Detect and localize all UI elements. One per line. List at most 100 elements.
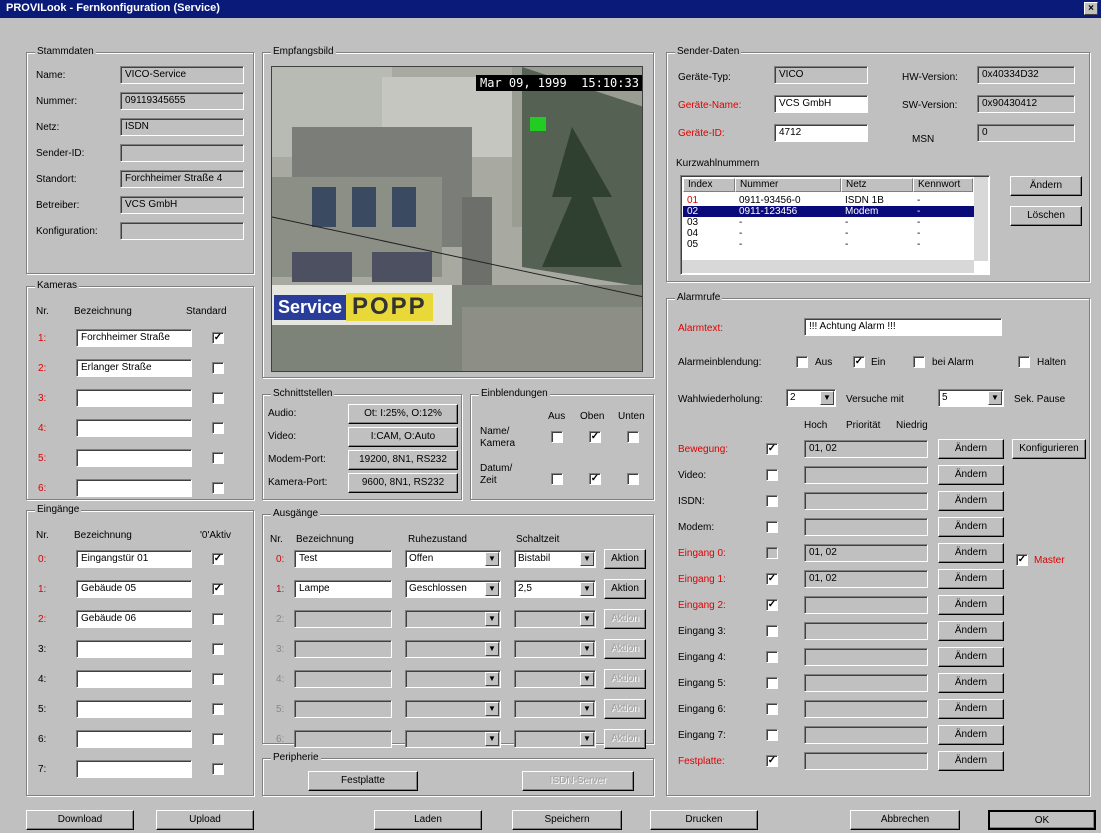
- download-button[interactable]: Download: [26, 810, 134, 830]
- geraeteid-field[interactable]: 4712: [774, 124, 868, 142]
- eingang-name-field[interactable]: Gebäude 06: [76, 610, 192, 628]
- einbl-datum-unten[interactable]: [627, 473, 639, 485]
- ausgang-name-field[interactable]: [294, 640, 392, 658]
- einbl-name-unten[interactable]: [627, 431, 639, 443]
- chevron-down-icon[interactable]: ▼: [580, 642, 594, 656]
- kamera-standard-checkbox[interactable]: [212, 452, 224, 464]
- kamera-standard-checkbox[interactable]: [212, 392, 224, 404]
- laden-button[interactable]: Laden: [374, 810, 482, 830]
- kamera-standard-checkbox[interactable]: [212, 362, 224, 374]
- wahlwiederholung-select[interactable]: 2 ▼: [786, 389, 836, 407]
- ausgang-name-field[interactable]: Test: [294, 550, 392, 568]
- ausgang-schalt-select[interactable]: ▼: [514, 670, 596, 688]
- kurzwahl-col-nummer[interactable]: Nummer: [735, 178, 841, 192]
- eingang-name-field[interactable]: [76, 700, 192, 718]
- chevron-down-icon[interactable]: ▼: [485, 612, 499, 626]
- kurzwahl-row[interactable]: 04 - - -: [683, 228, 975, 239]
- ausgang-ruhe-select[interactable]: ▼: [405, 610, 501, 628]
- ausgang-schalt-select[interactable]: ▼: [514, 730, 596, 748]
- alarm-source-checkbox[interactable]: [766, 729, 778, 741]
- schnittstelle-button[interactable]: 9600, 8N1, RS232: [348, 473, 458, 493]
- schnittstelle-button[interactable]: 19200, 8N1, RS232: [348, 450, 458, 470]
- kurzwahl-col-index[interactable]: Index: [683, 178, 735, 192]
- ausgang-aktion-button[interactable]: Aktion: [604, 669, 646, 689]
- ausgang-ruhe-select[interactable]: ▼: [405, 730, 501, 748]
- ausgang-schalt-select[interactable]: Bistabil ▼: [514, 550, 596, 568]
- kurzwahl-row[interactable]: 05 - - -: [683, 239, 975, 250]
- alarm-aendern-button[interactable]: Ändern: [938, 439, 1004, 459]
- eingang-name-field[interactable]: Gebäude 05: [76, 580, 192, 598]
- ausgang-name-field[interactable]: Lampe: [294, 580, 392, 598]
- ausgang-name-field[interactable]: [294, 730, 392, 748]
- eingang-aktiv-checkbox[interactable]: [212, 763, 224, 775]
- eingang-name-field[interactable]: [76, 730, 192, 748]
- alarm-source-checkbox[interactable]: [766, 677, 778, 689]
- alarm-source-checkbox[interactable]: ✓: [766, 443, 778, 455]
- alarm-source-checkbox[interactable]: ✓: [766, 573, 778, 585]
- kamera-standard-checkbox[interactable]: [212, 422, 224, 434]
- kamera-standard-checkbox[interactable]: ✓: [212, 332, 224, 344]
- eingang-aktiv-checkbox[interactable]: [212, 643, 224, 655]
- alarm-aendern-button[interactable]: Ändern: [938, 491, 1004, 511]
- festplatte-button[interactable]: Festplatte: [308, 771, 418, 791]
- chevron-down-icon[interactable]: ▼: [820, 391, 834, 405]
- alarm-aendern-button[interactable]: Ändern: [938, 569, 1004, 589]
- alarm-source-checkbox[interactable]: ✓: [766, 599, 778, 611]
- kurzwahl-vscroll[interactable]: [974, 177, 988, 261]
- alarm-source-checkbox[interactable]: [766, 651, 778, 663]
- alarm-aendern-button[interactable]: Ändern: [938, 647, 1004, 667]
- alarm-source-checkbox[interactable]: ✓: [766, 755, 778, 767]
- alarm-source-checkbox[interactable]: [766, 495, 778, 507]
- master-checkbox[interactable]: ✓: [1016, 554, 1028, 566]
- eingang-aktiv-checkbox[interactable]: ✓: [212, 553, 224, 565]
- alarmtext-field[interactable]: !!! Achtung Alarm !!!: [804, 318, 1002, 336]
- ausgang-name-field[interactable]: [294, 700, 392, 718]
- ausgang-ruhe-select[interactable]: Offen ▼: [405, 550, 501, 568]
- chevron-down-icon[interactable]: ▼: [485, 582, 499, 596]
- kurzwahl-row[interactable]: 01 0911-93456-0 ISDN 1B -: [683, 195, 975, 206]
- alarm-aendern-button[interactable]: Ändern: [938, 595, 1004, 615]
- chevron-down-icon[interactable]: ▼: [580, 672, 594, 686]
- ausgang-aktion-button[interactable]: Aktion: [604, 639, 646, 659]
- ausgang-aktion-button[interactable]: Aktion: [604, 609, 646, 629]
- chevron-down-icon[interactable]: ▼: [580, 552, 594, 566]
- ausgang-ruhe-select[interactable]: ▼: [405, 700, 501, 718]
- eingang-name-field[interactable]: [76, 670, 192, 688]
- eingang-aktiv-checkbox[interactable]: [212, 673, 224, 685]
- kurzwahl-col-kennwort[interactable]: Kennwort: [913, 178, 973, 192]
- kamera-standard-checkbox[interactable]: [212, 482, 224, 494]
- chevron-down-icon[interactable]: ▼: [485, 642, 499, 656]
- isdn-server-button[interactable]: ISDN-Server: [522, 771, 634, 791]
- chevron-down-icon[interactable]: ▼: [580, 582, 594, 596]
- chevron-down-icon[interactable]: ▼: [485, 702, 499, 716]
- konfigurieren-button[interactable]: Konfigurieren: [1012, 439, 1086, 459]
- alarm-aendern-button[interactable]: Ändern: [938, 673, 1004, 693]
- ausgang-name-field[interactable]: [294, 670, 392, 688]
- alarm-source-checkbox[interactable]: [766, 625, 778, 637]
- eingang-aktiv-checkbox[interactable]: ✓: [212, 583, 224, 595]
- ausgang-aktion-button[interactable]: Aktion: [604, 699, 646, 719]
- ausgang-name-field[interactable]: [294, 610, 392, 628]
- kurzwahl-col-netz[interactable]: Netz: [841, 178, 913, 192]
- ausgang-schalt-select[interactable]: 2,5 ▼: [514, 580, 596, 598]
- alarm-aendern-button[interactable]: Ändern: [938, 751, 1004, 771]
- schnittstelle-button[interactable]: Ot: I:25%, O:12%: [348, 404, 458, 424]
- pause-select[interactable]: 5 ▼: [938, 389, 1004, 407]
- alarm-aendern-button[interactable]: Ändern: [938, 543, 1004, 563]
- upload-button[interactable]: Upload: [156, 810, 254, 830]
- eingang-aktiv-checkbox[interactable]: [212, 733, 224, 745]
- alarmeinbl-bei-alarm-checkbox[interactable]: [913, 356, 925, 368]
- kamera-name-field[interactable]: Erlanger Straße: [76, 359, 192, 377]
- alarmeinbl-ein-checkbox[interactable]: ✓: [853, 356, 865, 368]
- einbl-name-oben[interactable]: ✓: [589, 431, 601, 443]
- chevron-down-icon[interactable]: ▼: [580, 612, 594, 626]
- alarm-aendern-button[interactable]: Ändern: [938, 621, 1004, 641]
- ausgang-schalt-select[interactable]: ▼: [514, 610, 596, 628]
- chevron-down-icon[interactable]: ▼: [485, 672, 499, 686]
- alarmeinbl-aus-checkbox[interactable]: [796, 356, 808, 368]
- ausgang-schalt-select[interactable]: ▼: [514, 640, 596, 658]
- alarm-aendern-button[interactable]: Ändern: [938, 725, 1004, 745]
- alarmeinbl-halten-checkbox[interactable]: [1018, 356, 1030, 368]
- ausgang-aktion-button[interactable]: Aktion: [604, 549, 646, 569]
- eingang-name-field[interactable]: [76, 640, 192, 658]
